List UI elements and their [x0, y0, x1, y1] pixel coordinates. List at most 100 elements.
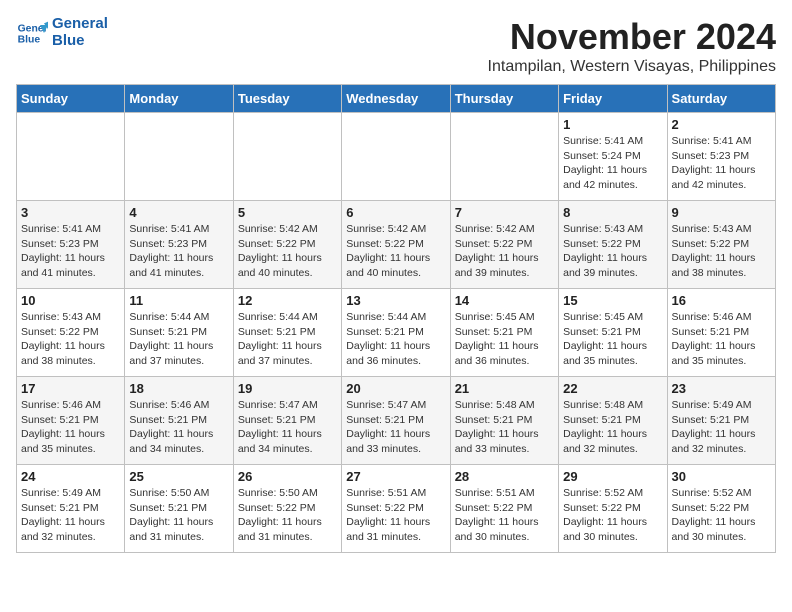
- day-info: Sunrise: 5:44 AMSunset: 5:21 PMDaylight:…: [129, 310, 228, 369]
- day-number: 13: [346, 293, 445, 308]
- day-number: 15: [563, 293, 662, 308]
- header-saturday: Saturday: [667, 85, 775, 113]
- calendar-cell: [233, 113, 341, 201]
- calendar-cell: 2Sunrise: 5:41 AMSunset: 5:23 PMDaylight…: [667, 113, 775, 201]
- calendar-cell: 28 Sunrise: 5:51 AMSunset: 5:22 PMDayligh…: [450, 465, 558, 553]
- day-number: 11: [129, 293, 228, 308]
- logo-line2: Blue: [52, 33, 108, 50]
- month-title: November 2024: [488, 16, 776, 58]
- calendar-week-2: 3 Sunrise: 5:41 AMSunset: 5:23 PMDaylight…: [17, 201, 776, 289]
- day-info: Sunrise: 5:42 AMSunset: 5:22 PMDaylight:…: [238, 222, 337, 281]
- calendar-cell: 11 Sunrise: 5:44 AMSunset: 5:21 PMDayligh…: [125, 289, 233, 377]
- day-info: Sunrise: 5:43 AMSunset: 5:22 PMDaylight:…: [672, 222, 771, 281]
- calendar-cell: 27Sunrise: 5:51 AMSunset: 5:22 PMDayligh…: [342, 465, 450, 553]
- calendar-cell: 30Sunrise: 5:52 AMSunset: 5:22 PMDayligh…: [667, 465, 775, 553]
- calendar-cell: 17 Sunrise: 5:46 AMSunset: 5:21 PMDayligh…: [17, 377, 125, 465]
- header-monday: Monday: [125, 85, 233, 113]
- day-number: 19: [238, 381, 337, 396]
- page-header: General Blue General Blue November 2024 …: [16, 16, 776, 76]
- day-number: 9: [672, 205, 771, 220]
- calendar-cell: 21 Sunrise: 5:48 AMSunset: 5:21 PMDayligh…: [450, 377, 558, 465]
- calendar-cell: [125, 113, 233, 201]
- day-number: 20: [346, 381, 445, 396]
- calendar-week-5: 24Sunrise: 5:49 AMSunset: 5:21 PMDayligh…: [17, 465, 776, 553]
- calendar-cell: [17, 113, 125, 201]
- day-info: Sunrise: 5:46 AMSunset: 5:21 PMDaylight:…: [129, 398, 228, 457]
- day-info: Sunrise: 5:45 AMSunset: 5:21 PMDaylight:…: [563, 310, 662, 369]
- day-info: Sunrise: 5:41 AMSunset: 5:23 PMDaylight:…: [129, 222, 228, 281]
- day-info: Sunrise: 5:50 AMSunset: 5:21 PMDaylight:…: [129, 486, 228, 545]
- day-info: Sunrise: 5:41 AMSunset: 5:23 PMDaylight:…: [21, 222, 120, 281]
- calendar-cell: 9 Sunrise: 5:43 AMSunset: 5:22 PMDaylight…: [667, 201, 775, 289]
- day-info: Sunrise: 5:43 AMSunset: 5:22 PMDaylight:…: [21, 310, 120, 369]
- calendar-week-4: 17 Sunrise: 5:46 AMSunset: 5:21 PMDayligh…: [17, 377, 776, 465]
- day-info: Sunrise: 5:51 AMSunset: 5:22 PMDaylight:…: [455, 486, 554, 545]
- day-number: 1: [563, 117, 662, 132]
- day-number: 30: [672, 469, 771, 484]
- day-info: Sunrise: 5:46 AMSunset: 5:21 PMDaylight:…: [672, 310, 771, 369]
- day-info: Sunrise: 5:42 AMSunset: 5:22 PMDaylight:…: [455, 222, 554, 281]
- logo-line1: General: [52, 16, 108, 33]
- calendar-cell: 25 Sunrise: 5:50 AMSunset: 5:21 PMDayligh…: [125, 465, 233, 553]
- calendar-cell: [342, 113, 450, 201]
- calendar-cell: 24Sunrise: 5:49 AMSunset: 5:21 PMDayligh…: [17, 465, 125, 553]
- day-info: Sunrise: 5:48 AMSunset: 5:21 PMDaylight:…: [455, 398, 554, 457]
- calendar-table: SundayMondayTuesdayWednesdayThursdayFrid…: [16, 84, 776, 553]
- header-tuesday: Tuesday: [233, 85, 341, 113]
- day-info: Sunrise: 5:47 AMSunset: 5:21 PMDaylight:…: [346, 398, 445, 457]
- day-number: 8: [563, 205, 662, 220]
- day-info: Sunrise: 5:52 AMSunset: 5:22 PMDaylight:…: [563, 486, 662, 545]
- day-number: 5: [238, 205, 337, 220]
- calendar-cell: 23 Sunrise: 5:49 AMSunset: 5:21 PMDayligh…: [667, 377, 775, 465]
- calendar-cell: 26Sunrise: 5:50 AMSunset: 5:22 PMDayligh…: [233, 465, 341, 553]
- day-info: Sunrise: 5:44 AMSunset: 5:21 PMDaylight:…: [346, 310, 445, 369]
- day-number: 18: [129, 381, 228, 396]
- day-info: Sunrise: 5:41 AMSunset: 5:24 PMDaylight:…: [563, 134, 662, 193]
- day-number: 12: [238, 293, 337, 308]
- day-info: Sunrise: 5:46 AMSunset: 5:21 PMDaylight:…: [21, 398, 120, 457]
- day-number: 23: [672, 381, 771, 396]
- logo: General Blue General Blue: [16, 16, 108, 49]
- calendar-cell: 14 Sunrise: 5:45 AMSunset: 5:21 PMDayligh…: [450, 289, 558, 377]
- calendar-cell: 6 Sunrise: 5:42 AMSunset: 5:22 PMDaylight…: [342, 201, 450, 289]
- day-info: Sunrise: 5:48 AMSunset: 5:21 PMDaylight:…: [563, 398, 662, 457]
- day-info: Sunrise: 5:49 AMSunset: 5:21 PMDaylight:…: [672, 398, 771, 457]
- calendar-cell: 18 Sunrise: 5:46 AMSunset: 5:21 PMDayligh…: [125, 377, 233, 465]
- svg-text:Blue: Blue: [18, 34, 41, 45]
- day-info: Sunrise: 5:43 AMSunset: 5:22 PMDaylight:…: [563, 222, 662, 281]
- day-number: 17: [21, 381, 120, 396]
- day-number: 3: [21, 205, 120, 220]
- calendar-cell: [450, 113, 558, 201]
- calendar-cell: 22 Sunrise: 5:48 AMSunset: 5:21 PMDayligh…: [559, 377, 667, 465]
- calendar-cell: 20 Sunrise: 5:47 AMSunset: 5:21 PMDayligh…: [342, 377, 450, 465]
- day-info: Sunrise: 5:44 AMSunset: 5:21 PMDaylight:…: [238, 310, 337, 369]
- calendar-cell: 7 Sunrise: 5:42 AMSunset: 5:22 PMDaylight…: [450, 201, 558, 289]
- day-number: 25: [129, 469, 228, 484]
- calendar-cell: 19Sunrise: 5:47 AMSunset: 5:21 PMDayligh…: [233, 377, 341, 465]
- calendar-cell: 16Sunrise: 5:46 AMSunset: 5:21 PMDayligh…: [667, 289, 775, 377]
- header-friday: Friday: [559, 85, 667, 113]
- calendar-header-row: SundayMondayTuesdayWednesdayThursdayFrid…: [17, 85, 776, 113]
- day-number: 29: [563, 469, 662, 484]
- day-number: 28: [455, 469, 554, 484]
- day-number: 6: [346, 205, 445, 220]
- calendar-cell: 13 Sunrise: 5:44 AMSunset: 5:21 PMDayligh…: [342, 289, 450, 377]
- calendar-cell: 1 Sunrise: 5:41 AMSunset: 5:24 PMDaylight…: [559, 113, 667, 201]
- header-wednesday: Wednesday: [342, 85, 450, 113]
- day-info: Sunrise: 5:41 AMSunset: 5:23 PMDaylight:…: [672, 134, 771, 193]
- day-number: 22: [563, 381, 662, 396]
- day-number: 14: [455, 293, 554, 308]
- logo-icon: General Blue: [16, 17, 48, 49]
- header-sunday: Sunday: [17, 85, 125, 113]
- calendar-cell: 29 Sunrise: 5:52 AMSunset: 5:22 PMDayligh…: [559, 465, 667, 553]
- day-number: 7: [455, 205, 554, 220]
- calendar-week-3: 10Sunrise: 5:43 AMSunset: 5:22 PMDayligh…: [17, 289, 776, 377]
- day-number: 21: [455, 381, 554, 396]
- day-info: Sunrise: 5:42 AMSunset: 5:22 PMDaylight:…: [346, 222, 445, 281]
- calendar-cell: 5 Sunrise: 5:42 AMSunset: 5:22 PMDaylight…: [233, 201, 341, 289]
- day-info: Sunrise: 5:51 AMSunset: 5:22 PMDaylight:…: [346, 486, 445, 545]
- calendar-cell: 10Sunrise: 5:43 AMSunset: 5:22 PMDayligh…: [17, 289, 125, 377]
- calendar-cell: 15 Sunrise: 5:45 AMSunset: 5:21 PMDayligh…: [559, 289, 667, 377]
- day-info: Sunrise: 5:45 AMSunset: 5:21 PMDaylight:…: [455, 310, 554, 369]
- day-number: 24: [21, 469, 120, 484]
